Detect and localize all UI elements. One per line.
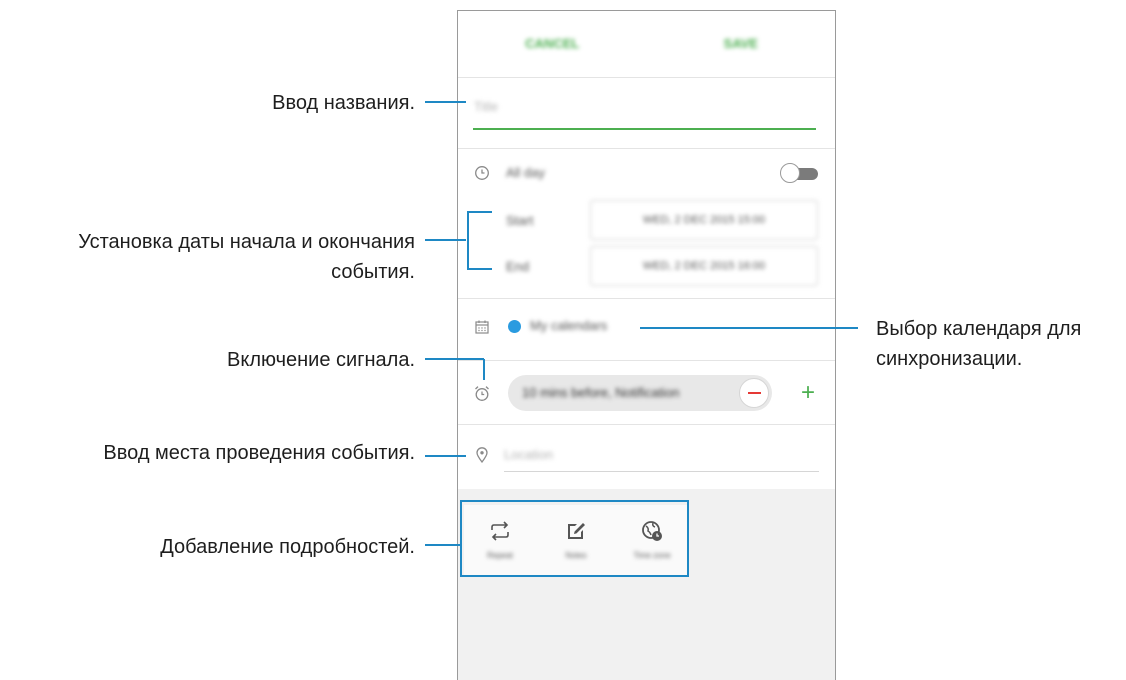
bracket-dates [467, 211, 492, 270]
details-highlight-box [460, 500, 689, 577]
annotation-callouts [425, 101, 858, 577]
